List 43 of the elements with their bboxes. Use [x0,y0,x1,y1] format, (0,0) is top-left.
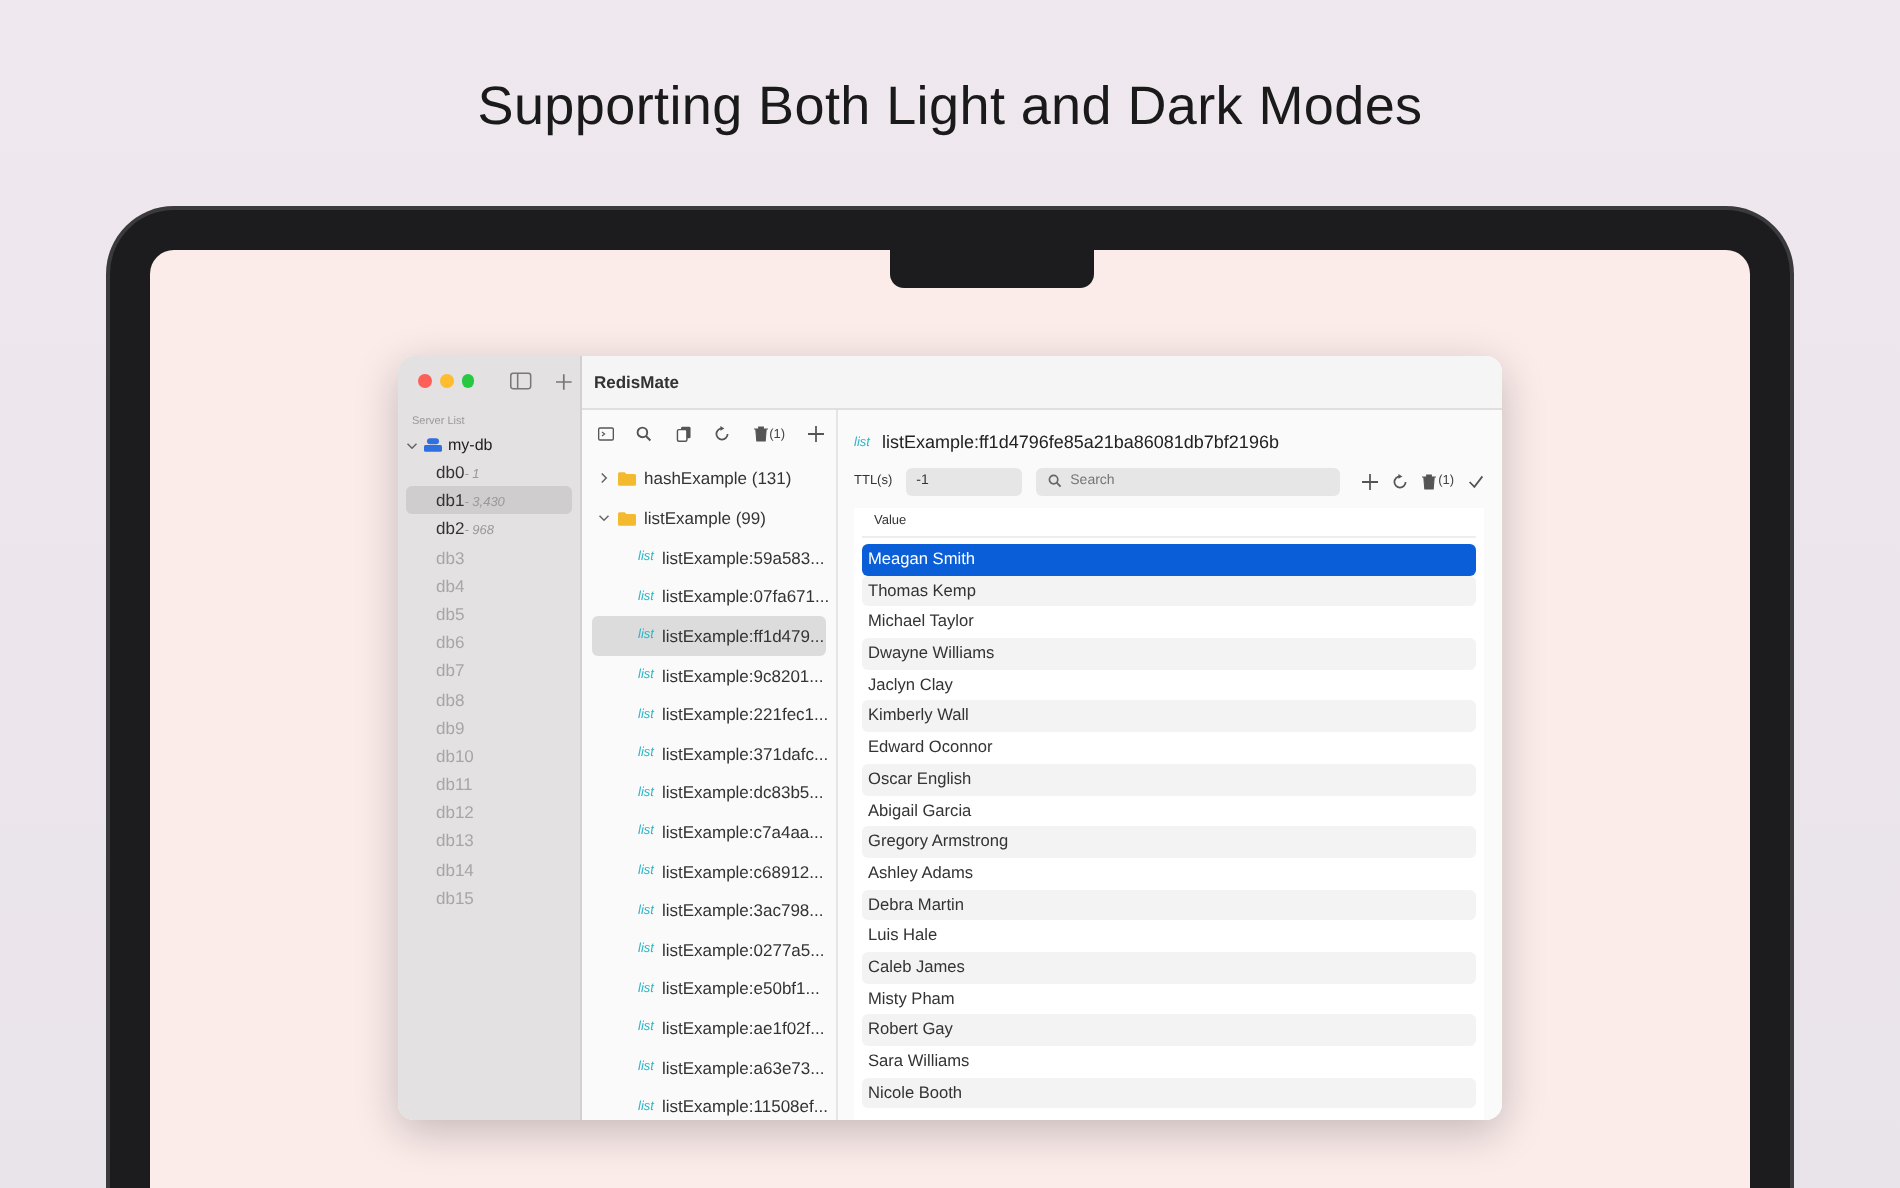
chevron-icon [598,472,610,484]
value-row[interactable]: Robert Gay [862,1014,1477,1046]
value-row[interactable]: Abigail Garcia [862,795,1477,827]
value-row[interactable]: Edward Oconnor [862,732,1477,764]
value-row[interactable]: Dwayne Williams [862,638,1477,670]
copy-icon[interactable] [675,426,692,442]
chevron-icon [598,512,610,524]
value-row[interactable]: Luis Hale [862,920,1477,952]
terminal-icon[interactable] [598,426,614,442]
value-row[interactable]: Sara Williams [862,1046,1477,1078]
value-row[interactable]: Misty Pham [862,983,1477,1015]
value-row[interactable]: Nicole Booth [862,1077,1477,1109]
trash-icon [753,426,768,442]
add-icon[interactable] [1362,473,1379,489]
sidebar-toggle-icon[interactable] [510,372,533,390]
search-icon[interactable] [636,426,653,442]
value-row[interactable]: Jaclyn Clay [862,669,1477,701]
server-name[interactable]: my-db [448,436,493,454]
value-row[interactable]: Ashley Adams [862,857,1477,890]
refresh-icon[interactable] [1392,473,1409,489]
folder-item[interactable]: hashExample (131) [592,458,826,498]
add-icon[interactable] [556,373,572,389]
window-title: RedisMate [594,372,680,392]
checkmark-icon[interactable] [1468,473,1485,489]
value-row[interactable]: Caleb James [862,951,1477,984]
value-row[interactable]: Oscar English [862,763,1477,795]
value-row[interactable]: Thomas Kemp [862,575,1477,607]
value-row[interactable]: Michael Taylor [862,606,1477,639]
folder-item[interactable]: listExample (99) [592,498,826,538]
value-row[interactable]: Kimberly Wall [862,700,1477,733]
value-row[interactable]: Gregory Armstrong [862,826,1477,858]
folder-icon [618,511,636,525]
folder-icon [618,471,636,485]
chevron-icon[interactable] [406,439,418,451]
key-name: listExample:ff1d4796fe85a21ba86081db7bf2196b [881,432,1279,452]
headline: Supporting Both Light and Dark Modes [477,76,1423,140]
value-row[interactable]: Meagan Smith [862,544,1477,576]
search-icon [1048,474,1063,488]
trash-icon [1422,473,1437,489]
refresh-icon[interactable] [714,426,731,442]
value-row[interactable]: Debra Martin [862,889,1477,921]
add-icon[interactable] [807,426,824,442]
database-icon [424,438,442,452]
